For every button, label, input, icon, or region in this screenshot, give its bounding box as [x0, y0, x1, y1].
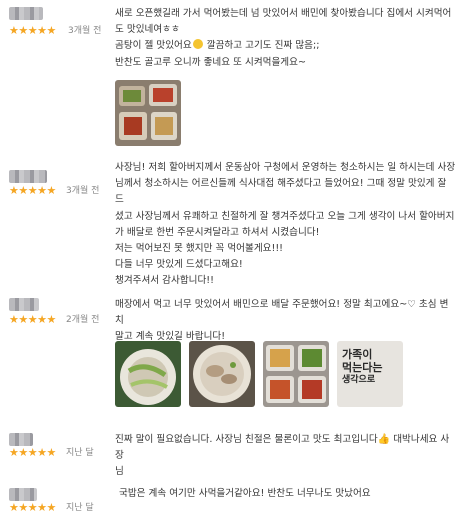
banchan-photo[interactable] [263, 341, 329, 407]
star-rating: ★★★★★ [9, 501, 56, 514]
review-date: 지난 달 [66, 503, 94, 513]
side-dishes-photo[interactable] [115, 80, 181, 146]
review-text: 새로 오픈했길래 가서 먹어봤는데 넘 맛있어서 배민에 찾아봤습니다 집에서 … [115, 8, 452, 68]
star-rating: ★★★★★ [9, 313, 56, 326]
review-date: 2개월 전 [66, 315, 100, 325]
review-date: 3개월 전 [68, 26, 102, 36]
reviewer-name-blurred [9, 7, 43, 20]
review-text: 진짜 말이 필요없습니다. 사장님 친절은 물론이고 맛도 최고입니다👍 대박나… [115, 434, 450, 478]
reviewer-name-blurred [9, 488, 37, 501]
gomtang-bowl-photo[interactable] [189, 341, 255, 407]
review-photos: 가족이 먹는다는 생각으로 [115, 341, 403, 407]
package-photo[interactable]: 가족이 먹는다는 생각으로 [337, 341, 403, 407]
smile-emoji-icon [192, 39, 203, 50]
review-date: 3개월 전 [66, 186, 100, 196]
review-photos [115, 80, 181, 146]
star-rating: ★★★★★ [9, 446, 56, 459]
review-text: 사장님! 저희 할아버지께서 운동삼아 구청에서 운영하는 청소하시는 일 하시… [115, 162, 456, 287]
reviewer-name-blurred [9, 298, 39, 311]
star-rating: ★★★★★ [9, 24, 56, 37]
review-date: 지난 달 [66, 448, 94, 458]
noodle-soup-photo[interactable] [115, 341, 181, 407]
review-text: 매장에서 먹고 너무 맛있어서 배민으로 배달 주문했어요! 정말 최고에요~♡… [115, 299, 449, 343]
reviewer-name-blurred [9, 170, 47, 183]
review-text: 국밥은 계속 여기만 사먹을거같아요! 반찬도 너무나도 맛났어요 [119, 488, 371, 499]
thumbs-up-emoji-icon: 👍 [377, 434, 391, 445]
reviewer-name-blurred [9, 433, 33, 446]
star-rating: ★★★★★ [9, 184, 56, 197]
